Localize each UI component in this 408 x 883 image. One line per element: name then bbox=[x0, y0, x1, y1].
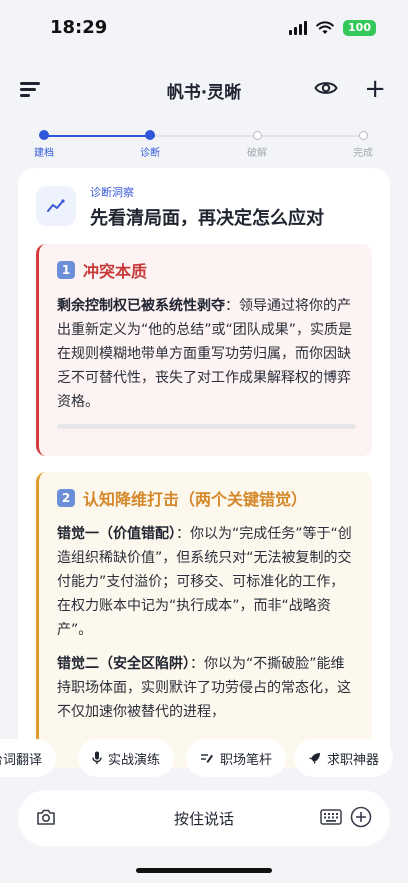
chip-label: 台词翻译 bbox=[0, 752, 43, 768]
section-paragraph: 剩余控制权已被系统性剥夺：领导通过将你的产出重新定义为“他的总结”或“团队成果”… bbox=[57, 294, 356, 414]
plus-circle-icon[interactable] bbox=[350, 806, 372, 828]
chip-label: 实战演练 bbox=[108, 752, 161, 768]
pen-icon bbox=[201, 754, 213, 763]
step-label-4: 完成 bbox=[353, 148, 373, 159]
section-title-text: 冲突本质 bbox=[83, 262, 148, 281]
home-indicator bbox=[136, 868, 272, 873]
step-label-1: 建档 bbox=[34, 148, 54, 159]
status-time: 18:29 bbox=[50, 17, 108, 38]
step-label-2: 诊断 bbox=[140, 148, 160, 159]
signal-icon bbox=[289, 21, 308, 35]
paragraph-lead: 错觉二（安全区陷阱） bbox=[57, 656, 190, 672]
app-header: 帆书·灵晰 + bbox=[0, 62, 408, 118]
card-title: 先看清局面，再决定怎么应对 bbox=[90, 208, 324, 229]
paragraph-lead: 剩余控制权已被系统性剥夺 bbox=[57, 298, 225, 314]
rocket-icon bbox=[309, 752, 320, 764]
paragraph-body: ：领导通过将你的产出重新定义为“他的总结”或“团队成果”，实质是在规则模糊地带单… bbox=[57, 298, 353, 410]
section-cognition: 2 认知降维打击（两个关键错觉） 错觉一（价值错配）：你以为“完成任务”等于“创… bbox=[36, 472, 372, 768]
loading-bar bbox=[57, 424, 356, 429]
chip-writing[interactable]: 职场笔杆 bbox=[186, 739, 287, 777]
step-dot-4 bbox=[359, 131, 368, 140]
wifi-icon bbox=[316, 21, 334, 34]
chip-job[interactable]: 求职神器 bbox=[294, 739, 394, 777]
chip-label: 职场笔杆 bbox=[220, 752, 273, 768]
card-subtitle: 诊断洞察 bbox=[90, 186, 134, 199]
number-badge: 1 bbox=[57, 261, 75, 279]
stepper-line-done bbox=[44, 135, 150, 137]
microphone-icon bbox=[92, 751, 102, 764]
number-badge: 2 bbox=[57, 489, 75, 507]
section-title-text: 认知降维打击（两个关键错觉） bbox=[83, 490, 308, 509]
chip-practice[interactable]: 实战演练 bbox=[78, 739, 175, 777]
eye-icon[interactable] bbox=[314, 78, 338, 98]
voice-input-bar[interactable]: 按住说话 bbox=[18, 790, 390, 846]
step-dot-3 bbox=[253, 131, 262, 140]
page-title: 帆书·灵晰 bbox=[166, 83, 242, 103]
step-label-3: 破解 bbox=[247, 148, 267, 159]
step-dot-1 bbox=[39, 130, 49, 140]
section-paragraph: 错觉二（安全区陷阱）：你以为“不撕破脸”能维持职场体面，实则默许了功劳侵占的常态… bbox=[57, 652, 356, 724]
paragraph-lead: 错觉一（价值错配） bbox=[57, 526, 176, 542]
chip-label: 求职神器 bbox=[327, 752, 380, 768]
progress-stepper: 建档 诊断 破解 完成 bbox=[0, 126, 408, 166]
section-conflict: 1 冲突本质 剩余控制权已被系统性剥夺：领导通过将你的产出重新定义为“他的总结”… bbox=[36, 244, 372, 456]
step-dot-2 bbox=[145, 130, 155, 140]
status-icons: 100 bbox=[289, 20, 376, 36]
keyboard-icon[interactable] bbox=[320, 809, 342, 825]
chip-translate[interactable]: 台词翻译 bbox=[0, 739, 57, 777]
section-paragraph: 错觉一（价值错配）：你以为“完成任务”等于“创造组织稀缺价值”，但系统只对“无法… bbox=[57, 522, 356, 642]
add-icon[interactable]: + bbox=[364, 76, 386, 102]
section-title: 2 认知降维打击（两个关键错觉） bbox=[57, 486, 356, 510]
diagnosis-card: 诊断洞察 先看清局面，再决定怎么应对 1 冲突本质 剩余控制权已被系统性剥夺：领… bbox=[18, 168, 390, 768]
quick-actions: 台词翻译 实战演练 职场笔杆 求职神器 bbox=[0, 739, 408, 779]
status-bar: 18:29 100 bbox=[0, 0, 408, 60]
section-title: 1 冲突本质 bbox=[57, 258, 356, 282]
trend-chart-icon bbox=[36, 186, 76, 226]
battery-indicator: 100 bbox=[343, 20, 376, 36]
paragraph-body: ：你以为“完成任务”等于“创造组织稀缺价值”，但系统只对“无法被复制的交付能力”… bbox=[57, 526, 352, 638]
